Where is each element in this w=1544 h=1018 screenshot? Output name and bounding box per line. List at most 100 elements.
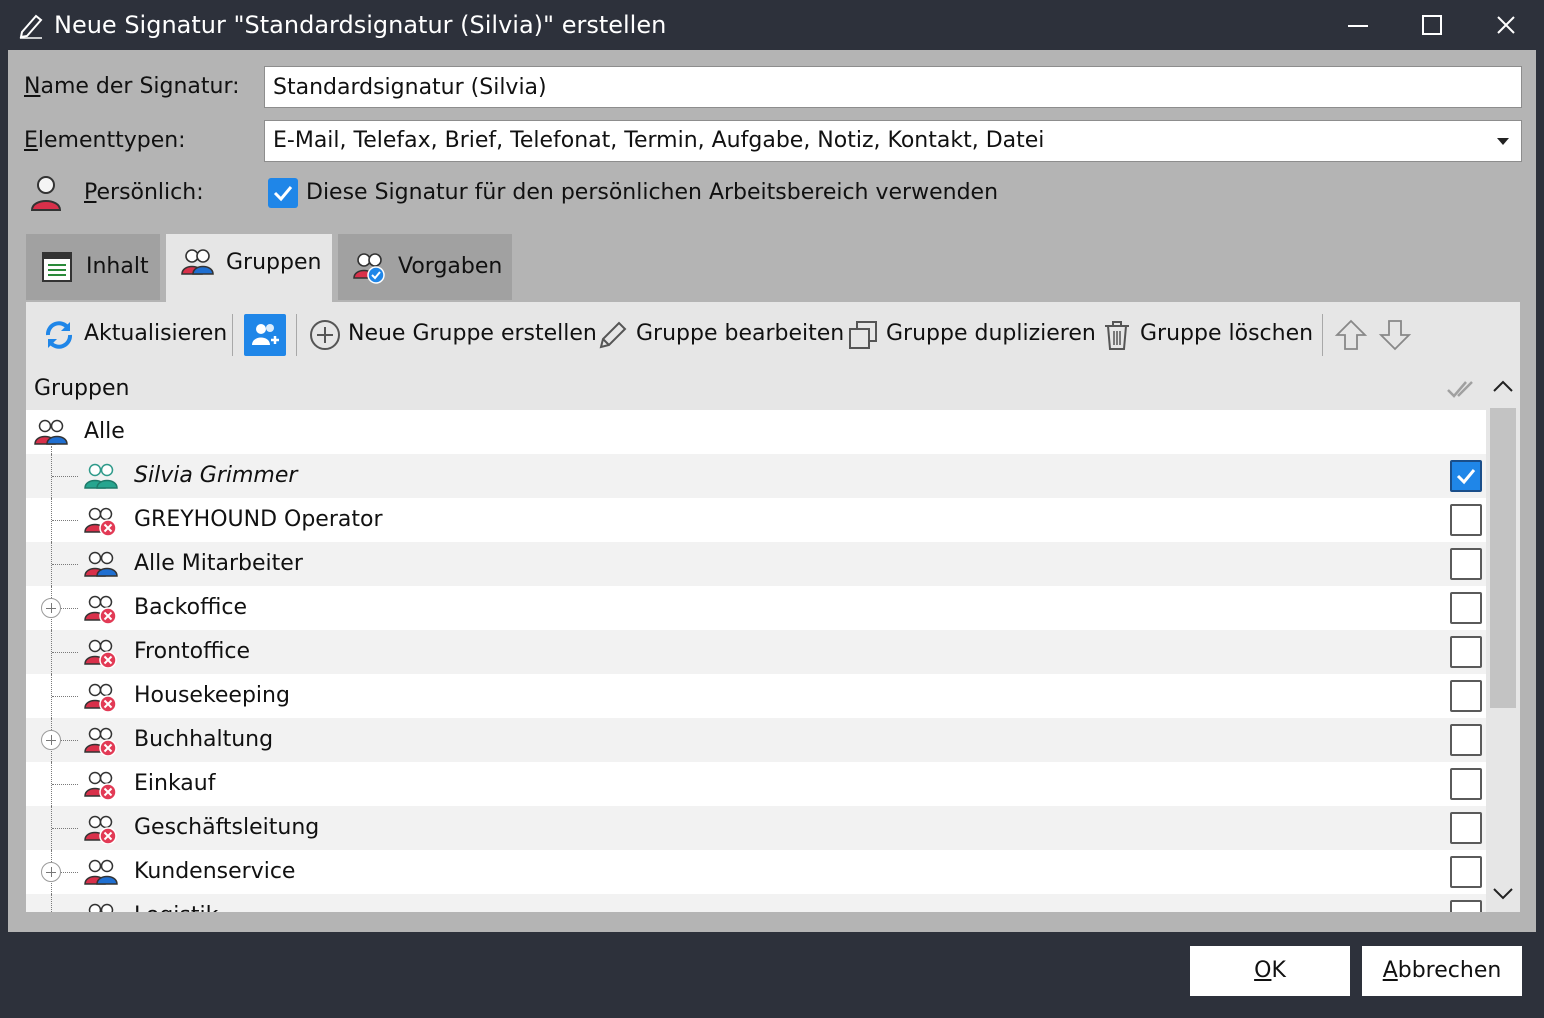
list-item-label: Frontoffice xyxy=(134,639,251,664)
dialog-body: Name der Signatur: Elementtypen: E-Mail,… xyxy=(8,50,1536,932)
plus-circle-icon xyxy=(310,320,340,350)
list-item-label: Kundenservice xyxy=(134,859,296,884)
move-up-button[interactable] xyxy=(1334,314,1368,354)
list-item-label: Einkauf xyxy=(134,771,216,796)
title-bar: Neue Signatur "Standardsignatur (Silvia)… xyxy=(0,0,1544,50)
row-checkbox[interactable] xyxy=(1450,856,1482,888)
row-checkbox[interactable] xyxy=(1450,680,1482,712)
group-icon xyxy=(34,419,68,445)
list-item-label: Logistik xyxy=(134,901,218,912)
arrow-up-icon xyxy=(1334,319,1368,350)
list-header: Gruppen xyxy=(26,368,1486,410)
list-item[interactable]: Frontoffice xyxy=(26,630,1486,674)
row-checkbox[interactable] xyxy=(1450,724,1482,756)
tab-label: Vorgaben xyxy=(398,254,503,279)
row-checkbox[interactable] xyxy=(1450,768,1482,800)
toolbar-divider xyxy=(296,314,297,356)
tab-gruppen[interactable]: Gruppen xyxy=(166,234,332,304)
list-item[interactable]: Buchhaltung xyxy=(26,718,1486,762)
tab-vorgaben[interactable]: Vorgaben xyxy=(338,234,512,300)
expand-icon[interactable] xyxy=(41,598,61,618)
list-item[interactable]: Silvia Grimmer xyxy=(26,454,1486,498)
chevron-down-icon[interactable] xyxy=(1490,880,1516,906)
group-denied-icon xyxy=(84,771,117,800)
vertical-scrollbar[interactable] xyxy=(1486,368,1520,912)
pen-icon xyxy=(19,14,43,39)
move-down-button[interactable] xyxy=(1378,314,1412,354)
list-item[interactable]: GREYHOUND Operator xyxy=(26,498,1486,542)
edit-group-button[interactable]: Gruppe bearbeiten xyxy=(596,314,844,354)
element-types-dropdown[interactable]: E-Mail, Telefax, Brief, Telefonat, Termi… xyxy=(264,120,1522,162)
name-label: Name der Signatur: xyxy=(24,74,240,99)
user-group-green-icon xyxy=(84,463,118,489)
list-item-label: Silvia Grimmer xyxy=(134,463,298,488)
list-item-label: Geschäftsleitung xyxy=(134,815,320,840)
toolbar-divider xyxy=(1322,314,1323,356)
group-denied-icon xyxy=(84,727,117,756)
list-item[interactable]: Alle xyxy=(26,410,1486,454)
window-title: Neue Signatur "Standardsignatur (Silvia)… xyxy=(54,11,667,39)
group-denied-icon xyxy=(84,595,117,624)
minimize-button[interactable] xyxy=(1322,0,1394,50)
tree-line xyxy=(52,520,78,521)
row-checkbox[interactable] xyxy=(1450,812,1482,844)
close-icon xyxy=(1497,16,1515,34)
pencil-icon xyxy=(599,321,627,349)
row-checkbox[interactable] xyxy=(1450,504,1482,536)
expand-icon[interactable] xyxy=(41,730,61,750)
minimize-icon xyxy=(1348,25,1368,27)
tree-line xyxy=(52,828,78,829)
list-item[interactable]: Kundenservice xyxy=(26,850,1486,894)
group-denied-icon xyxy=(84,683,117,712)
groups-list: Gruppen Alle Silvia Grimmer GREYHOUND Oper… xyxy=(26,368,1520,912)
maximize-icon xyxy=(1422,15,1442,35)
cancel-button[interactable]: Abbrechen xyxy=(1362,946,1522,996)
list-item-label: Alle Mitarbeiter xyxy=(134,551,303,576)
delete-group-button[interactable]: Gruppe löschen xyxy=(1100,314,1316,354)
list-item-label: Backoffice xyxy=(134,595,247,620)
row-checkbox[interactable] xyxy=(1450,900,1482,912)
tab-label: Gruppen xyxy=(226,250,322,275)
row-checkbox[interactable] xyxy=(1450,592,1482,624)
groups-view-toggle-button[interactable] xyxy=(244,314,286,356)
expand-icon[interactable] xyxy=(41,862,61,882)
row-checkbox[interactable] xyxy=(1450,460,1482,492)
tree-line xyxy=(52,696,78,697)
checkmark-icon xyxy=(1456,469,1476,485)
new-group-button[interactable]: Neue Gruppe erstellen xyxy=(308,314,597,354)
row-checkbox[interactable] xyxy=(1450,548,1482,580)
list-item-label: Alle xyxy=(84,419,125,444)
tab-inhalt[interactable]: Inhalt xyxy=(26,234,160,300)
double-check-icon[interactable] xyxy=(1446,376,1478,402)
list-item[interactable]: Logistik xyxy=(26,894,1486,912)
tree-line xyxy=(52,564,78,565)
list-item[interactable]: Geschäftsleitung xyxy=(26,806,1486,850)
group-icon xyxy=(88,903,114,912)
groups-panel: Aktualisieren Neue Gruppe erstellen Grup… xyxy=(26,302,1520,912)
group-icon xyxy=(84,859,118,885)
duplicate-icon xyxy=(849,321,877,349)
toolbar-divider xyxy=(232,314,233,356)
chevron-up-icon[interactable] xyxy=(1490,374,1516,400)
group-add-icon xyxy=(252,324,279,345)
ok-button[interactable]: OK xyxy=(1190,946,1350,996)
personal-checkbox[interactable] xyxy=(268,178,298,208)
row-checkbox[interactable] xyxy=(1450,636,1482,668)
trash-icon xyxy=(1105,321,1129,350)
group-icon xyxy=(181,249,214,275)
list-item[interactable]: Einkauf xyxy=(26,762,1486,806)
dropdown-arrow-icon xyxy=(1497,138,1509,145)
refresh-icon xyxy=(46,321,72,349)
group-denied-icon xyxy=(84,507,117,536)
scrollbar-thumb[interactable] xyxy=(1490,408,1516,708)
personal-checkbox-label[interactable]: Diese Signatur für den persönlichen Arbe… xyxy=(306,178,998,208)
list-item[interactable]: Housekeeping xyxy=(26,674,1486,718)
list-item[interactable]: Backoffice xyxy=(26,586,1486,630)
maximize-button[interactable] xyxy=(1396,0,1468,50)
duplicate-group-button[interactable]: Gruppe duplizieren xyxy=(846,314,1096,354)
list-item[interactable]: Alle Mitarbeiter xyxy=(26,542,1486,586)
refresh-button[interactable]: Aktualisieren xyxy=(42,314,242,354)
close-button[interactable] xyxy=(1470,0,1542,50)
document-list-icon xyxy=(42,252,72,282)
signature-name-input[interactable] xyxy=(264,66,1522,108)
